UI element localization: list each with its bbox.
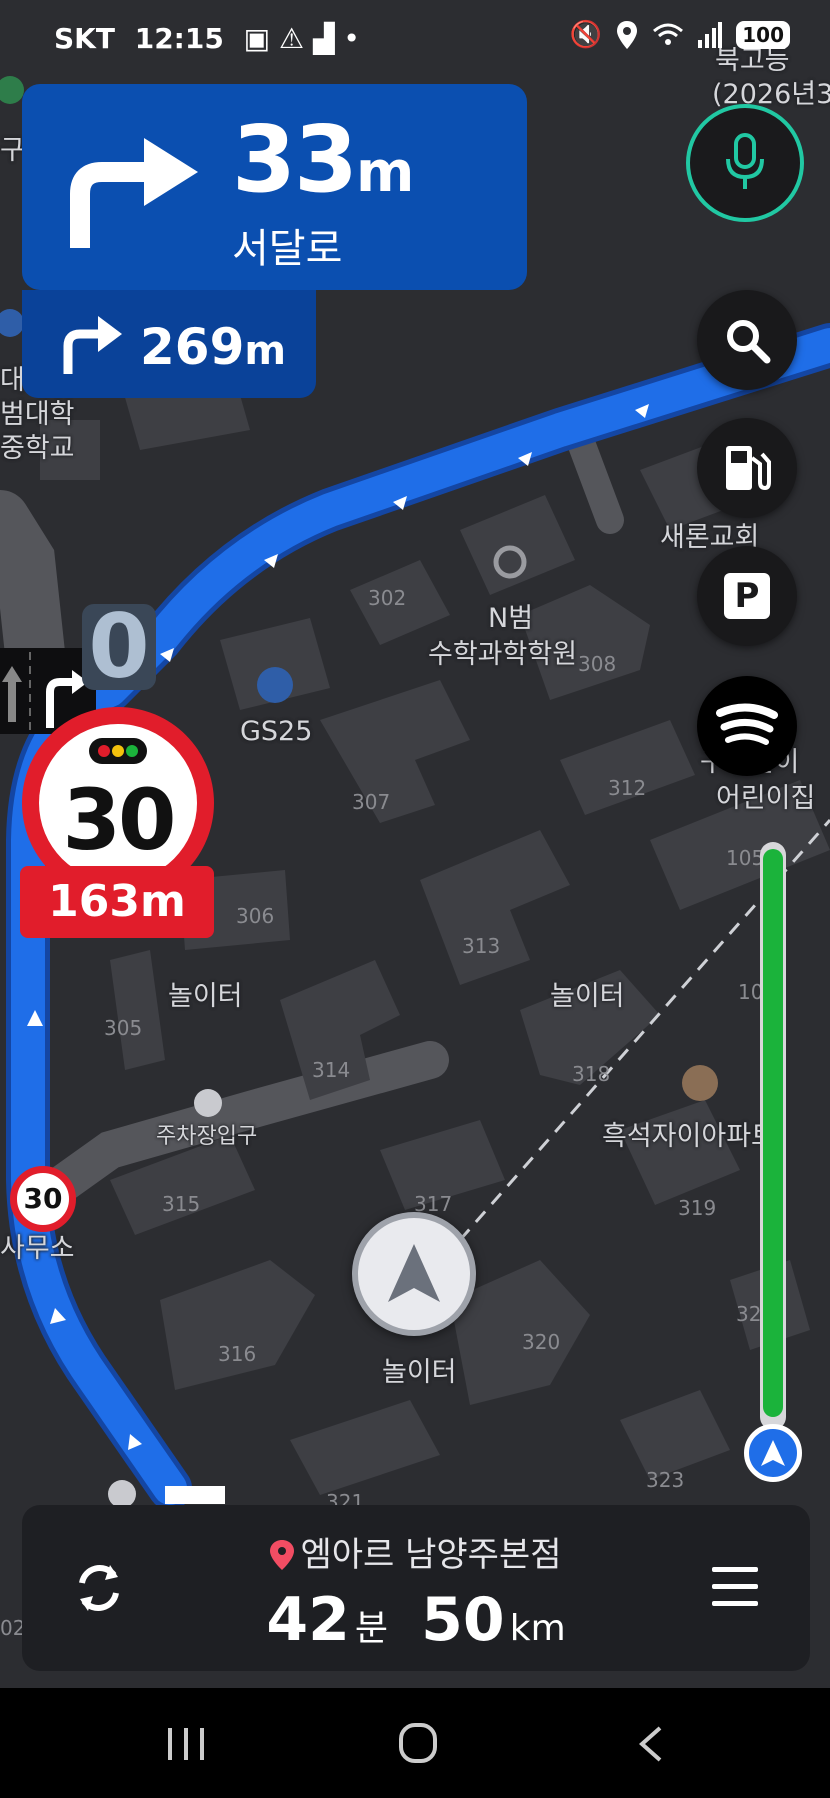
current-location-marker[interactable] <box>352 1212 476 1336</box>
building-number: 302 <box>368 586 407 610</box>
map-label-gs25: GS25 <box>240 716 313 747</box>
route-progress-fill <box>763 849 783 1417</box>
gas-station-icon <box>726 446 771 491</box>
building-number: 319 <box>678 1196 717 1220</box>
building-number: 323 <box>646 1468 685 1492</box>
building-number: 318 <box>572 1062 611 1086</box>
mute-icon: 🔇 <box>569 20 603 50</box>
status-bar-right: 🔇 100 <box>570 20 790 50</box>
home-button[interactable] <box>398 1722 438 1764</box>
map-label-academy: 수학과학학원 <box>428 639 578 670</box>
map-label-parking-entrance: 주차장입구 <box>156 1124 258 1149</box>
building-number: 307 <box>352 790 391 814</box>
search-icon <box>727 320 771 364</box>
location-icon <box>617 21 638 49</box>
destination-name: 엠아르 남양주본점 <box>300 1535 562 1575</box>
parking-button[interactable]: P <box>697 546 797 646</box>
turn-instruction-card[interactable]: 33m 서달로 <box>22 84 527 290</box>
turn-road-name: 서달로 <box>232 226 343 272</box>
eta-minutes-unit: 분 <box>354 1608 389 1649</box>
system-navigation-bar <box>0 1688 830 1798</box>
next-turn-distance: 269m <box>140 318 287 376</box>
building-number: 305 <box>104 1016 143 1040</box>
map-label-kindergarten: 어린이집 <box>716 783 816 814</box>
status-bar-left: SKT 12:15 ▣ ⚠ ▟ • <box>54 22 360 55</box>
signal-icon <box>698 22 723 48</box>
map-label-playground: 놀이터 <box>168 981 243 1012</box>
turn-right-icon <box>70 138 198 248</box>
map-label-apartment: 흑석자이아파트 <box>602 1121 776 1152</box>
next-turn-right-icon <box>63 316 122 374</box>
building-number: 312 <box>608 776 647 800</box>
carrier: SKT <box>54 22 115 55</box>
map-label-playground: 놀이터 <box>382 1357 457 1388</box>
next-turn-card[interactable]: 269m <box>22 290 316 398</box>
traffic-light-icon <box>89 738 147 764</box>
speed-limit-value: 30 <box>62 771 177 869</box>
remaining-distance: 50 <box>421 1585 505 1655</box>
eta: 42 분 50 km <box>22 1585 810 1655</box>
clock: 12:15 <box>134 22 224 55</box>
building-number: 320 <box>522 1330 561 1354</box>
navigation-arrow-icon <box>761 1440 785 1466</box>
route-progress-marker <box>744 1424 802 1482</box>
map-label-academy: N범 <box>488 603 534 634</box>
building-number: 105 <box>726 846 765 870</box>
building-number: 32 <box>736 1302 762 1326</box>
search-button[interactable] <box>697 290 797 390</box>
status-icons: ▣ ⚠ ▟ • <box>243 22 360 55</box>
destination[interactable]: 엠아르 남양주본점 <box>22 1527 810 1576</box>
menu-icon[interactable] <box>712 1565 758 1609</box>
route-progress-bar <box>760 842 786 1430</box>
back-button[interactable] <box>636 1724 666 1764</box>
pending-count: 0 <box>82 603 156 691</box>
map-label-office: 사무소 <box>0 1233 75 1264</box>
wifi-icon <box>653 23 684 45</box>
destination-pin-icon <box>270 1540 295 1570</box>
spotify-icon <box>716 703 778 745</box>
building-number: 313 <box>462 934 501 958</box>
speed-limit-small-sign: 30 <box>10 1166 76 1232</box>
building-number: 306 <box>236 904 275 928</box>
speed-camera-distance: 163m <box>20 866 214 938</box>
mic-icon <box>726 133 764 189</box>
trip-summary-panel: 엠아르 남양주본점 42 분 50 km <box>22 1505 810 1671</box>
map-label: 중학교 <box>0 433 75 464</box>
battery-icon: 100 <box>736 21 790 49</box>
building-number: 308 <box>578 652 617 676</box>
recent-apps-button[interactable] <box>166 1726 206 1762</box>
map-label-playground: 놀이터 <box>550 981 625 1012</box>
remaining-distance-unit: km <box>509 1608 566 1649</box>
spotify-button[interactable] <box>697 676 797 776</box>
navigation-arrow-icon <box>388 1244 440 1302</box>
turn-distance: 33m <box>232 106 414 213</box>
building-number: 316 <box>218 1342 257 1366</box>
eta-minutes: 42 <box>266 1585 350 1655</box>
building-number: 314 <box>312 1058 351 1082</box>
building-number: 315 <box>162 1192 201 1216</box>
parking-icon: P <box>724 573 770 619</box>
voice-button[interactable] <box>686 104 804 222</box>
gas-station-button[interactable] <box>697 418 797 518</box>
